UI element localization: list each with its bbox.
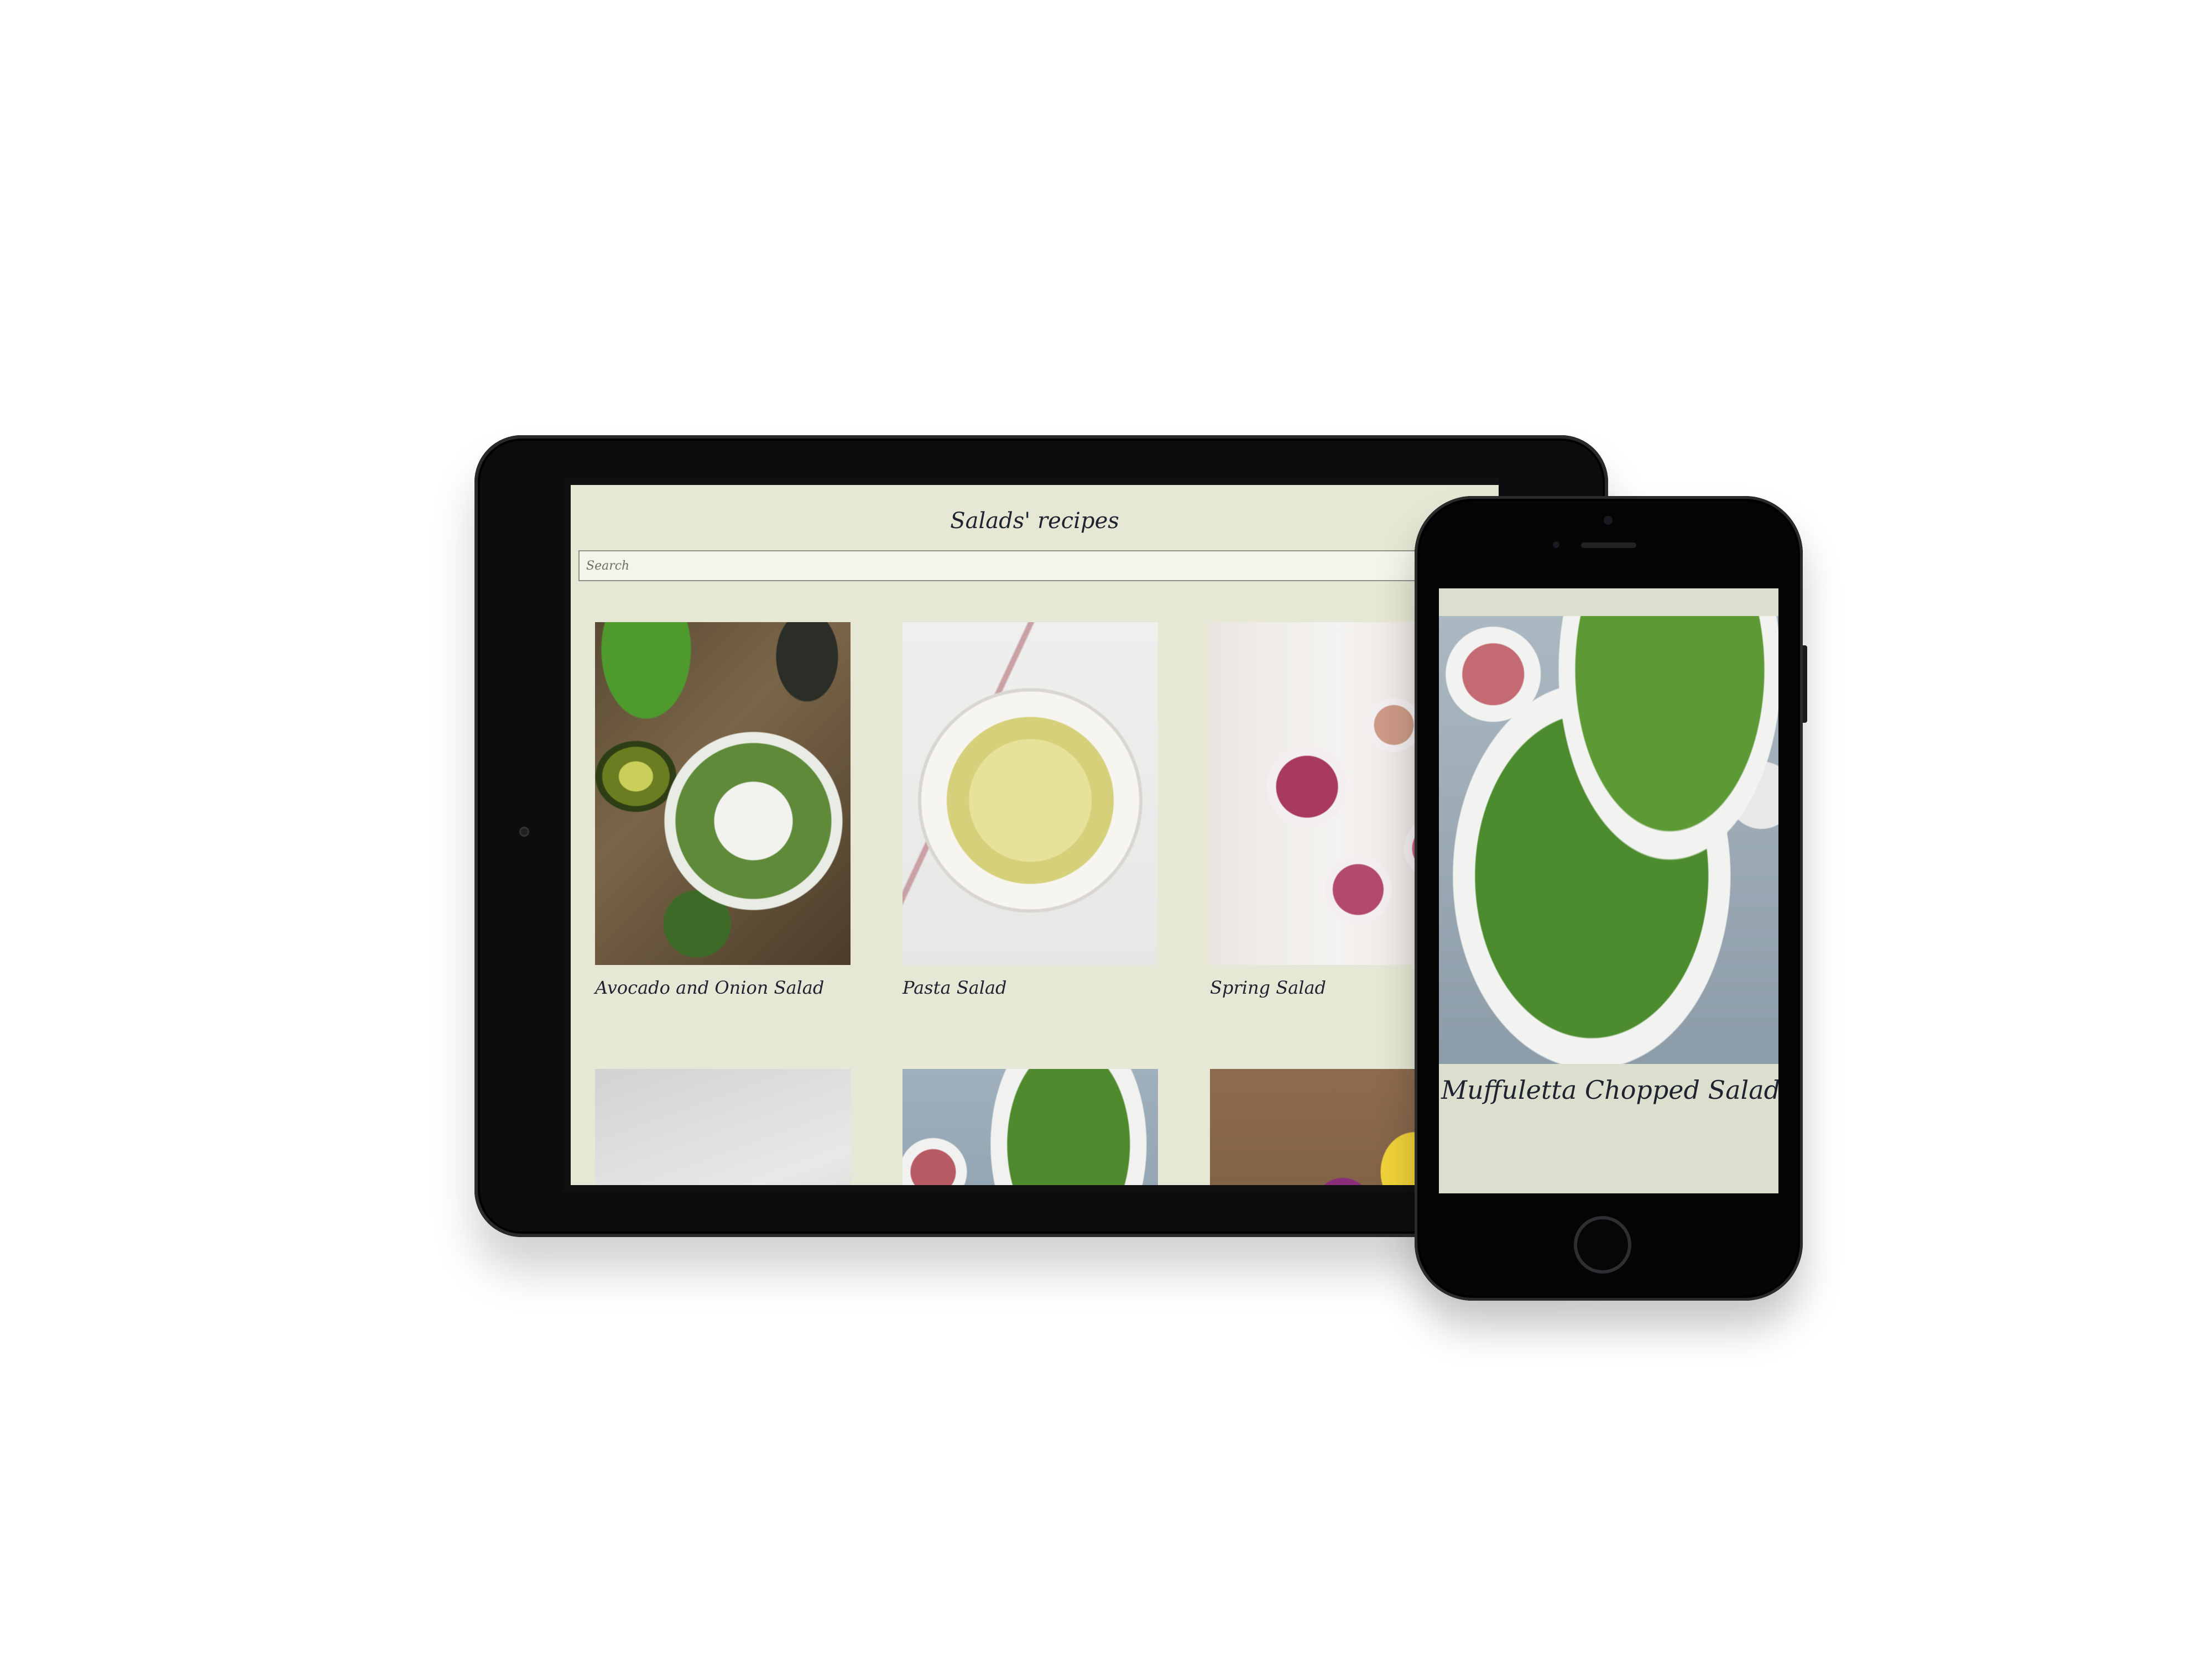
recipe-card-avocado[interactable]: Avocado and Onion Salad — [595, 622, 851, 998]
avocado-salad-photo[interactable] — [595, 622, 851, 965]
phone-speaker — [1581, 542, 1636, 548]
page-title: Salads' recipes — [950, 508, 1119, 534]
phone-front-camera — [1604, 516, 1613, 525]
tablet-camera — [519, 827, 529, 837]
recipe-card-title[interactable]: Pasta Salad — [902, 977, 1158, 998]
grapefruit-salad-photo[interactable] — [595, 1069, 851, 1185]
pasta-salad-photo[interactable] — [902, 622, 1158, 965]
recipe-card-grapefruit[interactable] — [595, 1069, 851, 1185]
home-button[interactable] — [1574, 1216, 1631, 1274]
phone-sensor — [1553, 541, 1559, 548]
muffuletta-salad-photo[interactable] — [1439, 616, 1778, 1064]
recipe-card-pasta[interactable]: Pasta Salad — [902, 622, 1158, 998]
tablet-screen: Salads' recipes Avocado and Onion Salad … — [564, 478, 1499, 1192]
phone-screen: Muffuletta Chopped Salad — [1439, 588, 1778, 1193]
recipe-card-title[interactable]: Avocado and Onion Salad — [595, 977, 851, 998]
phone-device: Muffuletta Chopped Salad — [1415, 496, 1807, 1301]
tablet-app: Salads' recipes Avocado and Onion Salad … — [571, 485, 1499, 1185]
phone-side-button — [1803, 645, 1807, 723]
recipe-card-muffuletta[interactable] — [902, 1069, 1158, 1185]
muffuletta-salad-photo[interactable] — [902, 1069, 1158, 1185]
search-input[interactable] — [578, 550, 1496, 581]
recipe-card-title[interactable]: Muffuletta Chopped Salad — [1441, 1075, 1778, 1105]
mockup-stage: Salads' recipes Avocado and Onion Salad … — [0, 0, 2212, 1659]
